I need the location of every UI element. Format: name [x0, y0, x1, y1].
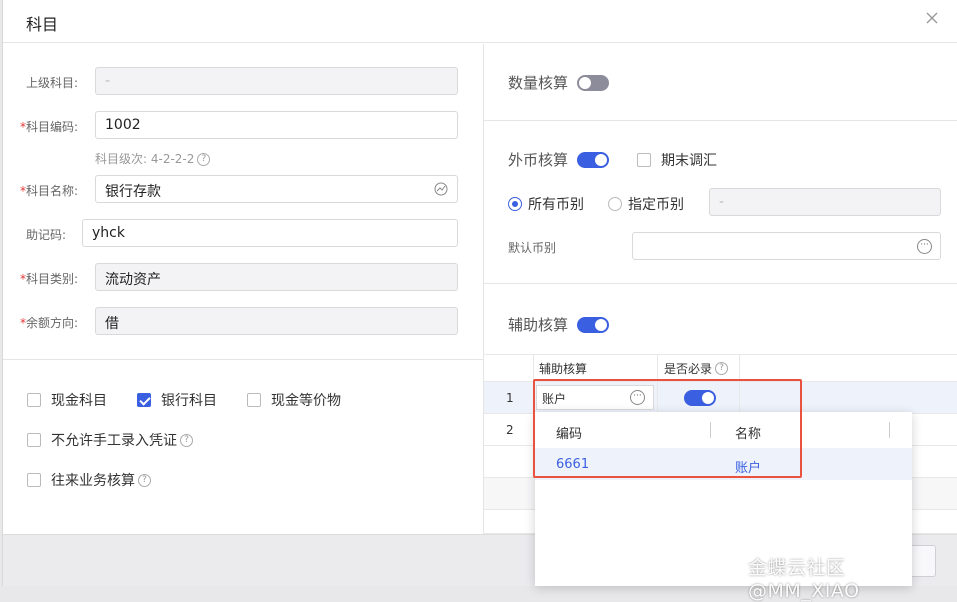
required-toggle[interactable] — [684, 389, 716, 406]
required-col-header: 是否必录? — [658, 355, 740, 381]
specific-currency-radio[interactable]: 指定币别 — [608, 194, 684, 214]
right-divider-1 — [484, 120, 957, 121]
balance-row: *余额方向: 借 — [3, 307, 483, 337]
checkbox-box[interactable] — [27, 393, 41, 407]
name-label: 科目名称: — [26, 184, 79, 198]
dropdown-header: 编码 名称 — [535, 412, 912, 448]
globe-icon[interactable] — [434, 182, 448, 196]
checkbox-box[interactable] — [27, 433, 41, 447]
help-icon[interactable]: ? — [138, 473, 151, 487]
balance-field[interactable]: 借 — [95, 307, 458, 335]
help-icon[interactable]: ? — [180, 433, 193, 447]
category-row: *科目类别: 流动资产 — [3, 263, 483, 293]
aux-col-header: 辅助核算 — [534, 355, 658, 381]
help-icon[interactable]: ? — [715, 361, 729, 375]
mnemonic-input[interactable]: yhck — [82, 219, 458, 247]
checkbox-box[interactable] — [637, 153, 651, 167]
cash-checkbox[interactable]: 现金科目 — [27, 390, 107, 410]
cash-equivalent-checkbox[interactable]: 现金等价物 — [247, 390, 341, 410]
checkbox-box[interactable] — [247, 393, 261, 407]
foreign-toggle[interactable] — [577, 151, 610, 168]
code-input[interactable]: 1002 — [95, 111, 458, 139]
specific-currency-field: - — [709, 188, 941, 216]
name-row: *科目名称: 银行存款 — [3, 175, 483, 205]
parent-field: - — [95, 67, 458, 95]
column-divider — [889, 422, 890, 438]
balance-label: 余额方向: — [26, 316, 79, 330]
column-divider — [710, 422, 711, 438]
category-field[interactable]: 流动资产 — [95, 263, 458, 291]
aux-section: 辅助核算 — [508, 314, 610, 335]
watermark: 金蝶云社区@MM_XIAO — [748, 557, 860, 602]
more-icon[interactable]: ··· — [917, 239, 932, 254]
checkbox-box[interactable] — [27, 473, 41, 487]
aux-toggle[interactable] — [577, 316, 610, 333]
period-adjust-checkbox[interactable]: 期末调汇 — [637, 150, 717, 170]
code-col-header: 编码 — [556, 427, 583, 442]
name-input[interactable]: 银行存款 — [95, 175, 458, 203]
parent-label: 上级科目: — [26, 76, 79, 90]
code-row: *科目编码: 1002 — [3, 111, 483, 141]
ar-ap-checkbox[interactable]: 往来业务核算? — [27, 470, 151, 490]
default-currency-label: 默认币别 — [508, 241, 557, 255]
no-manual-entry-checkbox[interactable]: 不允许手工录入凭证? — [27, 430, 193, 450]
bank-checkbox[interactable]: 银行科目 — [137, 390, 217, 410]
dialog-title: 科目 — [26, 15, 59, 34]
option-name: 账户 — [735, 461, 762, 476]
parent-row: 上级科目: - — [3, 67, 483, 97]
all-currency-radio[interactable]: 所有币别 — [508, 194, 584, 214]
category-label: 科目类别: — [26, 272, 79, 286]
code-level-hint: 科目级次: 4-2-2-2? — [95, 150, 211, 167]
table-row[interactable]: 1 账户 ··· — [484, 382, 957, 414]
left-divider — [3, 359, 483, 360]
radio-dot[interactable] — [608, 197, 622, 211]
name-col-header: 名称 — [735, 427, 762, 442]
code-label: 科目编码: — [26, 120, 79, 134]
option-code: 6661 — [556, 457, 590, 472]
close-icon[interactable] — [924, 10, 940, 26]
default-currency-input[interactable]: ··· — [632, 232, 941, 260]
mnemonic-label: 助记码: — [26, 228, 67, 242]
checkbox-box-checked[interactable] — [137, 393, 151, 407]
radio-dot-selected[interactable] — [508, 197, 522, 211]
help-icon[interactable]: ? — [197, 153, 211, 166]
foreign-section: 外币核算 — [508, 149, 610, 170]
aux-value-input[interactable]: 账户 ··· — [536, 385, 654, 410]
left-pane: 上级科目: - *科目编码: 1002 科目级次: 4-2-2-2? *科目名称… — [3, 44, 483, 534]
dropdown-option[interactable]: 6661 账户 — [535, 448, 912, 480]
right-divider-2 — [484, 283, 957, 284]
aux-grid-header: 辅助核算 是否必录? — [484, 354, 957, 382]
quantity-toggle[interactable] — [577, 74, 610, 91]
dialog-header: 科目 — [3, 0, 957, 43]
mnemonic-row: 助记码: yhck — [3, 219, 483, 249]
quantity-section: 数量核算 — [508, 72, 610, 93]
more-icon[interactable]: ··· — [630, 390, 645, 405]
